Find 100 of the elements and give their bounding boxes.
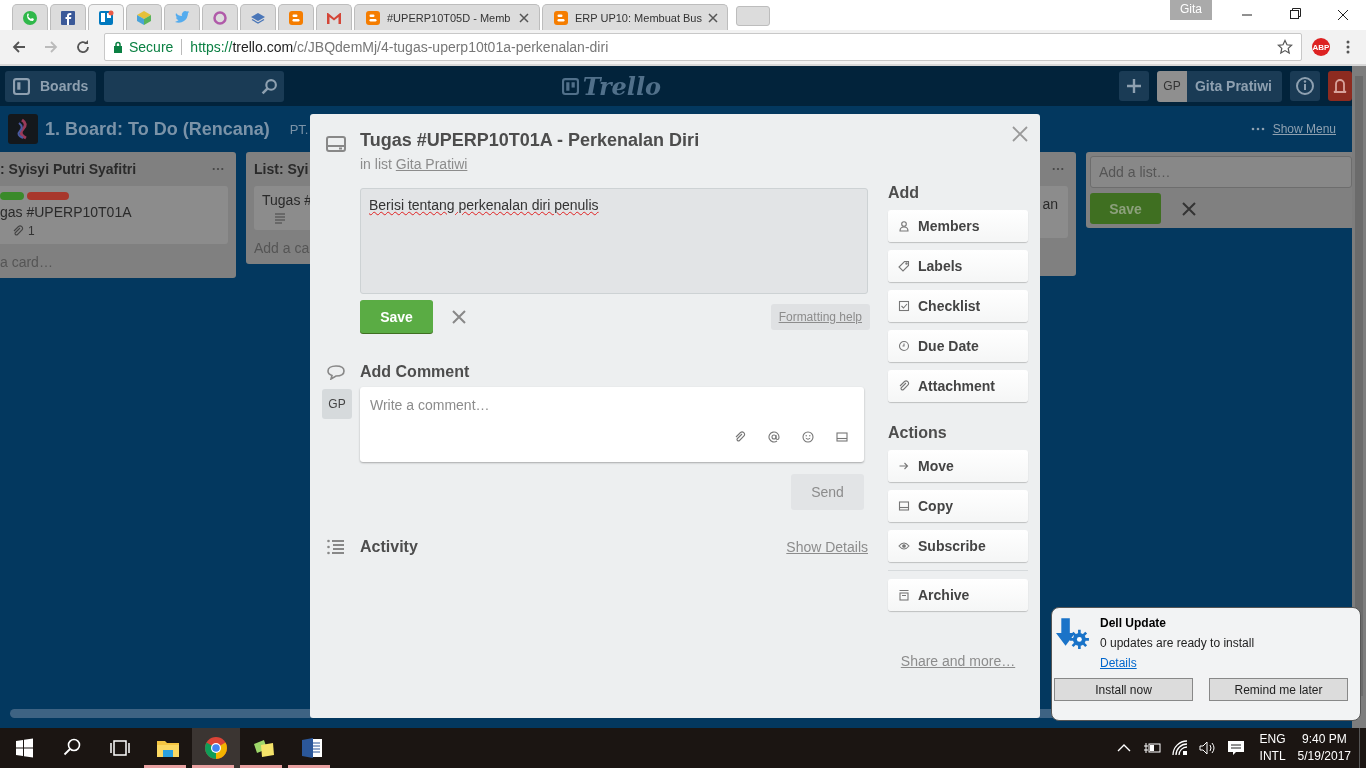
clock[interactable]: 9:40 PM 5/19/2017 [1297,731,1351,765]
close-icon[interactable] [1012,126,1028,142]
search-icon [261,77,278,95]
section-heading: Add [888,184,921,202]
sidebar-button[interactable]: Subscribe [888,530,1028,562]
download-gear-icon [1056,616,1090,650]
browser-tab[interactable]: ERP UP10: Membuat Bus [542,4,728,30]
section-heading: Activity [360,538,418,556]
list-icon [326,539,346,555]
language-indicator[interactable]: ENG INTL [1259,731,1286,765]
wifi-icon[interactable] [1169,738,1190,758]
board-title[interactable]: 1. Board: To Do (Rencana) [45,118,270,140]
cube-icon [136,9,152,26]
person-icon [898,220,910,232]
board-logo-icon [8,114,38,144]
show-menu-link[interactable]: Show Menu [1272,122,1336,136]
app-logo[interactable]: Trello [561,71,662,101]
card-title: an [1042,196,1058,212]
archive-icon [898,589,910,601]
more-icon[interactable] [1052,167,1064,171]
info-icon[interactable] [1290,71,1320,101]
card-title[interactable]: Tugas #UPERP10T01A - Perkenalan Diri [360,130,700,151]
sidebar-button[interactable]: Copy [888,490,1028,522]
browser-tab[interactable] [50,4,86,30]
sidebar-button[interactable]: Archive [888,579,1028,611]
lock-icon [113,41,123,53]
sidebar-button[interactable]: Checklist [888,290,1028,322]
star-icon[interactable] [1277,39,1293,55]
sidebar-button[interactable]: Labels [888,250,1028,282]
details-link[interactable]: Details [1100,656,1137,670]
sidebar-button[interactable]: Due Date [888,330,1028,362]
board-icon [13,77,30,95]
comment-field[interactable]: Write a comment… [360,387,864,462]
member-button[interactable]: GP Gita Pratiwi [1156,70,1282,102]
plus-icon[interactable] [1118,71,1149,101]
sidebar-button[interactable]: Attachment [888,370,1028,402]
card-title: gas #UPERP10T01A [0,204,132,220]
browser-tab[interactable] [316,4,352,30]
notification-button[interactable]: Install now [1054,678,1193,701]
list-reference: in list Gita Pratiwi [360,156,469,172]
mention-icon[interactable] [768,431,780,443]
ring-icon [212,9,228,26]
menu-icon[interactable] [1346,39,1350,55]
send-button[interactable]: Send [791,474,864,510]
checkbox-icon [898,300,910,312]
url-text: https://trello.com/c/JBQdemMj/4-tugas-uperp10t01a-perkenalan-diri [190,39,609,55]
eye-icon [898,540,910,552]
tag-icon [898,260,910,272]
board-icon [98,9,114,26]
close-icon[interactable] [1181,200,1197,217]
notification-center-icon[interactable] [1225,738,1246,758]
card-icon[interactable] [836,431,848,443]
document-icon[interactable] [300,736,324,760]
adblock-button[interactable]: ABP [1312,38,1330,56]
save-button[interactable]: Save [360,300,433,333]
share-link[interactable]: Share and more… [888,653,1028,669]
sidebar-button[interactable]: Move [888,450,1028,482]
list-link[interactable]: Gita Pratiwi [395,156,468,172]
more-icon[interactable] [212,167,224,171]
square-logo-icon [553,9,569,26]
bell-icon[interactable] [1328,71,1352,101]
sidebar-button[interactable]: Members [888,210,1028,242]
board-icon [561,77,579,95]
list-title[interactable]: : Syisyi Putri Syafitri [0,161,137,177]
emoji-icon[interactable] [802,431,814,443]
search-field[interactable] [104,70,284,102]
team-name[interactable]: PT. [289,121,309,137]
notification-title: Dell Update [1100,616,1167,630]
clock-icon [898,340,910,352]
notification-button[interactable]: Remind me later [1209,678,1348,701]
more-icon[interactable] [1250,127,1265,131]
browser-tab[interactable] [240,4,276,30]
square-logo-icon [60,9,76,26]
browser-tab[interactable]: #UPERP10T05D - Memb [354,4,540,30]
address-bar[interactable]: Secure https://trello.com/c/JBQdemMj/4-tugas-uperp10t01a-perkenalan-diri [104,33,1302,61]
close-icon[interactable] [451,308,467,325]
chat-bubble-icon [22,9,38,26]
description-field[interactable]: Berisi tentang perkenalan diri penulis [360,188,868,294]
user-avatar[interactable]: GP [322,389,352,419]
attachment-count: 1 [28,224,35,238]
section-heading: Actions [888,424,948,442]
show-details-link[interactable]: Show Details [786,539,868,555]
paperclip-icon [898,380,910,392]
paperclip-icon[interactable] [734,431,746,443]
list-title[interactable]: List: Syi [254,161,309,177]
card-icon [898,500,910,512]
paperclip-icon [12,225,24,237]
card-icon [326,136,346,152]
notification-message: 0 updates are ready to install [1100,636,1256,650]
secure-label: Secure [129,39,174,55]
bird-icon [174,9,190,26]
close-icon[interactable] [707,12,718,23]
square-logo-icon [365,9,381,26]
browser-icon[interactable] [204,736,228,760]
formatting-help-link[interactable]: Formatting help [770,303,870,330]
boards-button[interactable]: Boards [5,70,96,102]
close-icon[interactable] [519,12,529,23]
list-card[interactable]: gas #UPERP10T01A 1 [0,186,228,244]
browser-tab[interactable] [88,4,124,30]
browser-tab[interactable] [202,4,238,30]
